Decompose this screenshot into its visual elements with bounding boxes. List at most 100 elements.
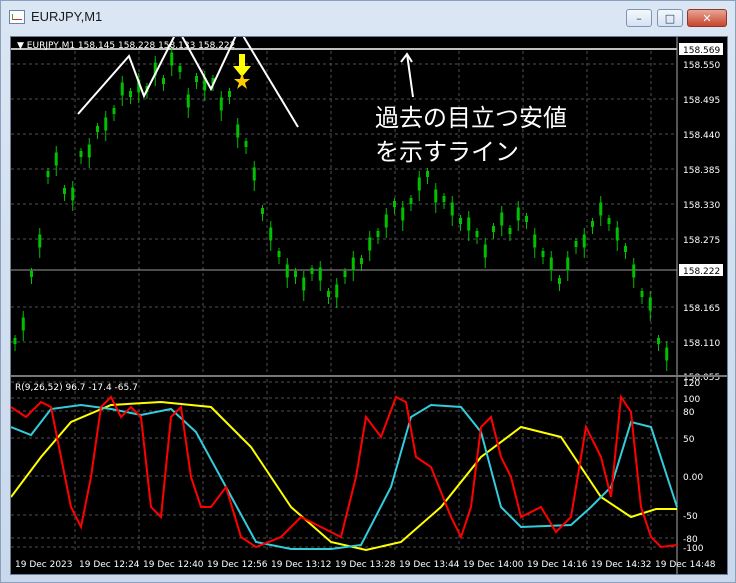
main-panel: [11, 37, 677, 374]
candle-body: [294, 271, 297, 277]
candle-body: [549, 257, 553, 271]
candle-body: [475, 231, 479, 237]
candle-body: [665, 347, 669, 361]
chart-area[interactable]: ▼ EURJPY,M1 158.145 158.228 158.133 158.…: [10, 36, 728, 575]
candle-body: [541, 251, 545, 257]
candle-body: [79, 151, 83, 157]
candle-body: [376, 231, 380, 237]
candle-body: [162, 78, 165, 84]
candle-body: [236, 124, 240, 138]
time-label: 19 Dec 13:12: [271, 560, 332, 570]
candle-body: [343, 271, 347, 277]
candle-body: [632, 264, 636, 278]
indicator-tick-label: -100: [683, 544, 704, 554]
chart-window: EURJPY,M1 – □ ✕ ▼ EURJPY,M1 158.145 158.…: [0, 0, 736, 583]
candle-body: [327, 291, 330, 297]
time-label: 19 Dec 14:00: [463, 560, 524, 570]
candle-body: [96, 126, 99, 132]
chart-window-icon: [9, 10, 25, 24]
candle-body: [285, 264, 289, 278]
candle-body: [467, 217, 471, 231]
chart-header: ▼ EURJPY,M1 158.145 158.228 158.133 158.…: [17, 41, 235, 51]
candle-body: [500, 212, 504, 226]
chart-canvas[interactable]: ▼ EURJPY,M1 158.145 158.228 158.133 158.…: [11, 37, 727, 574]
time-label: 19 Dec 13:28: [335, 560, 396, 570]
candle-body: [252, 167, 256, 181]
candle-body: [261, 208, 264, 214]
candle-body: [566, 257, 570, 271]
time-axis: 19 Dec 2023 19 Dec 12:24 19 Dec 12:40 19 De…: [15, 560, 716, 570]
candle-body: [351, 257, 355, 271]
candle-body: [219, 97, 223, 111]
candle-body: [63, 188, 66, 194]
candle-body: [558, 278, 561, 284]
time-label: 19 Dec 14:48: [655, 560, 716, 570]
candle-body: [360, 258, 363, 264]
maximize-button[interactable]: □: [657, 9, 683, 27]
candle-body: [120, 82, 124, 96]
high-price-label: 158.569: [683, 46, 720, 56]
candle-body: [492, 226, 495, 232]
price-tick-label: 158.385: [683, 166, 720, 176]
current-price-label: 158.222: [683, 267, 720, 277]
candle-body: [195, 76, 198, 82]
indicator-fast-line: [11, 394, 678, 549]
candle-body: [426, 171, 429, 177]
indicator-tick-label: 50: [683, 435, 695, 445]
candle-body: [657, 338, 660, 344]
indicator-axis: 12010080500.00-50-80-100: [683, 379, 704, 554]
candle-body: [459, 218, 462, 224]
candle-body: [178, 66, 182, 72]
candle-body: [401, 207, 405, 221]
candle-body: [640, 291, 644, 297]
indicator-tick-label: 100: [683, 395, 700, 405]
time-label: 19 Dec 2023: [15, 560, 73, 570]
time-label: 19 Dec 14:32: [591, 560, 652, 570]
price-tick-label: 158.110: [683, 339, 720, 349]
price-tick-label: 158.440: [683, 131, 720, 141]
candle-body: [574, 241, 578, 247]
candle-body: [54, 152, 58, 166]
candle-body: [244, 141, 248, 147]
close-button[interactable]: ✕: [687, 9, 727, 27]
candle-body: [38, 234, 42, 248]
title-bar[interactable]: EURJPY,M1 – □ ✕: [1, 1, 735, 33]
candle-body: [30, 271, 33, 277]
candle-body: [516, 207, 520, 221]
candle-body: [417, 177, 421, 191]
candle-body: [302, 277, 306, 291]
candle-body: [277, 251, 281, 257]
candle-body: [186, 94, 190, 108]
time-label: 19 Dec 14:16: [527, 560, 588, 570]
candle-body: [335, 284, 339, 298]
candle-body: [533, 234, 537, 248]
candle-body: [104, 117, 108, 131]
candle-body: [599, 202, 603, 216]
price-tick-label: 158.165: [683, 304, 720, 314]
price-tick-label: 158.330: [683, 201, 720, 211]
price-axis: 158.550 158.495 158.440 158.385 158.330 158.2…: [676, 37, 720, 574]
price-tick-label: 158.275: [683, 236, 720, 246]
candle-body: [607, 218, 611, 224]
price-tick-label: 158.495: [683, 96, 720, 106]
indicator-tick-label: 0.00: [683, 473, 703, 483]
candle-body: [450, 202, 454, 216]
candle-body: [368, 237, 372, 251]
annotation-line-2: を示すライン: [375, 137, 519, 166]
annotation-text: 過去の目立つ安値 を示すライン: [375, 102, 567, 169]
candle-body: [46, 171, 50, 177]
candle-body: [13, 338, 17, 344]
candle-body: [269, 227, 273, 241]
candle-body: [624, 246, 627, 252]
candle-body: [483, 244, 487, 258]
candle-body: [71, 187, 75, 201]
minimize-button[interactable]: –: [626, 9, 652, 27]
candle-body: [648, 297, 652, 311]
indicator-tick-label: -50: [683, 512, 698, 522]
candle-body: [112, 108, 116, 114]
candle-body: [409, 198, 413, 204]
time-label: 19 Dec 12:40: [143, 560, 204, 570]
indicator-tick-label: 80: [683, 408, 695, 418]
annotation-line-1: 過去の目立つ安値: [375, 104, 567, 132]
candle-body: [228, 91, 231, 97]
